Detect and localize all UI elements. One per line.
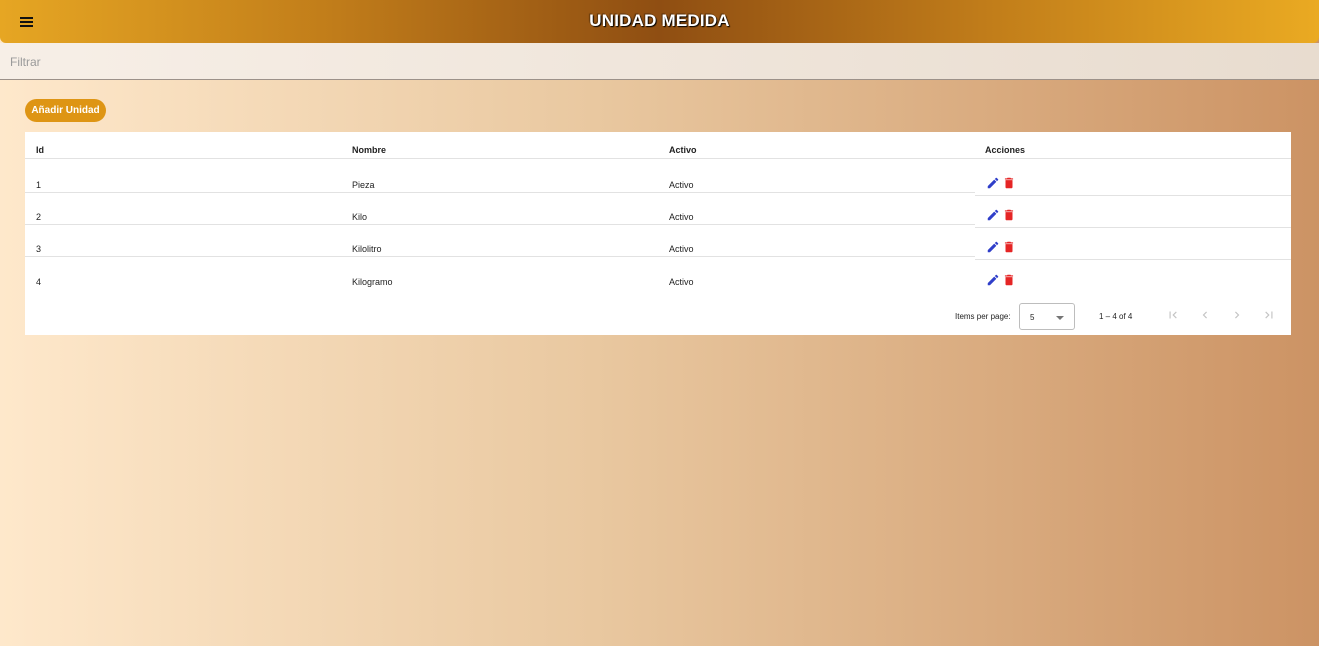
cell-nombre: Kilogramo	[352, 277, 393, 287]
row-divider	[25, 192, 975, 193]
top-toolbar: UNIDAD MEDIDA	[0, 0, 1319, 43]
page-size-value: 5	[1030, 313, 1035, 322]
edit-icon[interactable]	[986, 208, 1000, 222]
page-title: UNIDAD MEDIDA	[589, 11, 730, 30]
edit-icon[interactable]	[986, 273, 1000, 287]
column-header-activo[interactable]: Activo	[669, 145, 697, 155]
cell-nombre: Kilolitro	[352, 244, 382, 254]
units-table: Id Nombre Activo Acciones 1 Pieza Activo…	[25, 132, 1291, 335]
cell-id: 2	[36, 212, 42, 222]
cell-nombre: Kilo	[352, 212, 368, 222]
cell-activo: Activo	[669, 180, 694, 190]
edit-icon[interactable]	[986, 240, 1000, 254]
previous-page-icon[interactable]	[1198, 308, 1212, 322]
edit-icon[interactable]	[986, 176, 1000, 190]
header-divider	[25, 158, 1291, 159]
row-divider	[975, 195, 1291, 196]
cell-id: 4	[36, 277, 42, 287]
cell-id: 3	[36, 244, 42, 254]
row-divider	[25, 256, 975, 257]
cell-activo: Activo	[669, 244, 694, 254]
page-size-select[interactable]: 5	[1019, 303, 1075, 330]
page-range-label: 1 – 4 of 4	[1099, 312, 1133, 321]
column-header-nombre[interactable]: Nombre	[352, 145, 386, 155]
delete-icon[interactable]	[1002, 240, 1016, 254]
first-page-icon[interactable]	[1166, 308, 1180, 322]
row-divider	[25, 224, 975, 225]
next-page-icon[interactable]	[1230, 308, 1244, 322]
delete-icon[interactable]	[1002, 273, 1016, 287]
items-per-page-label: Items per page:	[955, 312, 1011, 321]
cell-activo: Activo	[669, 212, 694, 222]
row-divider	[975, 259, 1291, 260]
dropdown-arrow-icon	[1056, 316, 1064, 320]
filter-bar	[0, 43, 1319, 80]
cell-activo: Activo	[669, 277, 694, 287]
delete-icon[interactable]	[1002, 208, 1016, 222]
filter-input[interactable]	[10, 53, 610, 71]
last-page-icon[interactable]	[1262, 308, 1276, 322]
cell-nombre: Pieza	[352, 180, 375, 190]
delete-icon[interactable]	[1002, 176, 1016, 190]
row-divider	[975, 227, 1291, 228]
column-header-id[interactable]: Id	[36, 145, 44, 155]
column-header-acciones: Acciones	[985, 145, 1026, 155]
cell-id: 1	[36, 180, 42, 190]
add-unit-button[interactable]: Añadir Unidad	[25, 99, 106, 122]
